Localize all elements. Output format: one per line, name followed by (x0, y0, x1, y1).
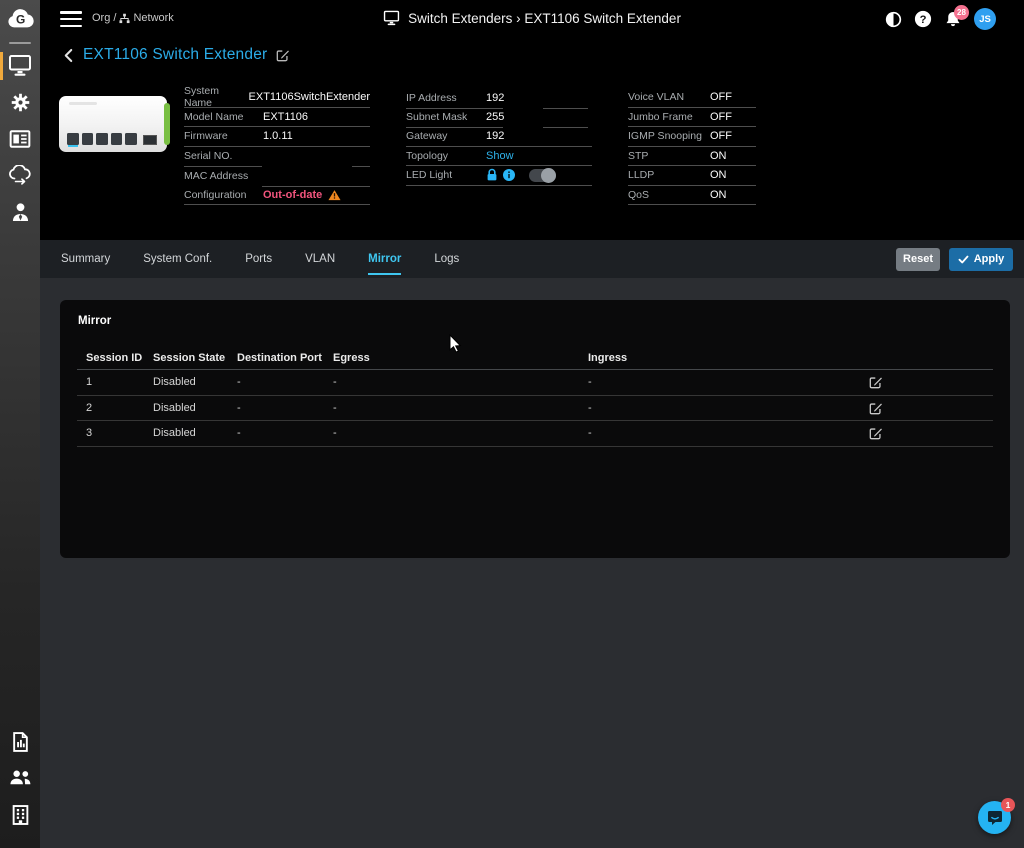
field-model-name: Model Name EXT1106 (184, 108, 370, 128)
top-bar: Org / Network Switch Extenders › EXT1106… (40, 0, 1024, 38)
sidebar-item-organization[interactable] (0, 804, 40, 826)
device-fields-col2: IP Address 192 Subnet Mask 255 Gateway 1… (406, 88, 592, 186)
tab-mirror[interactable]: Mirror (368, 240, 401, 278)
header-title-text: Switch Extenders › EXT1106 Switch Extend… (408, 11, 681, 26)
edit-session-icon[interactable] (869, 401, 883, 415)
panel-title: Mirror (78, 315, 111, 327)
field-lldp: LLDP ON (628, 166, 756, 186)
sidebar-divider (9, 42, 31, 44)
device-accent (164, 103, 170, 145)
tab-vlan[interactable]: VLAN (305, 240, 335, 278)
field-configuration: Configuration Out-of-date (184, 186, 370, 206)
team-icon (9, 768, 32, 786)
col-egress: Egress (333, 352, 588, 364)
field-topology: Topology Show (406, 147, 592, 167)
tab-ports[interactable]: Ports (245, 240, 272, 278)
topology-show-link[interactable]: Show (486, 150, 514, 162)
main-area: Org / Network Switch Extenders › EXT1106… (40, 0, 1024, 848)
lock-icon (486, 168, 498, 182)
sidebar-item-reports[interactable] (0, 731, 40, 753)
report-icon (11, 731, 30, 753)
cloud-sync-icon (8, 165, 32, 186)
svg-text:G: G (16, 12, 25, 26)
field-ip-address: IP Address 192 (406, 88, 592, 108)
field-subnet-mask: Subnet Mask 255 (406, 108, 592, 128)
person-icon (10, 201, 31, 222)
field-qos: QoS ON (628, 186, 756, 206)
organization-icon (11, 804, 30, 826)
sidebar-item-firmware[interactable] (0, 165, 40, 186)
bell-icon[interactable]: 28 (944, 10, 962, 29)
help-icon[interactable]: ? (914, 10, 932, 28)
configuration-status: Out-of-date (263, 189, 322, 201)
table-row: 3 Disabled - - - (77, 421, 993, 447)
device-fields-col1: System Name EXT1106SwitchExtender Model … (184, 88, 370, 205)
chat-launcher[interactable]: 1 (978, 801, 1011, 834)
device-fields-col3: Voice VLAN OFF Jumbo Frame OFF IGMP Snoo… (628, 88, 756, 205)
col-destination-port: Destination Port (237, 352, 333, 364)
col-session-state: Session State (153, 352, 237, 364)
gear-icon (10, 92, 31, 113)
sidebar-item-devices[interactable] (0, 54, 40, 77)
table-row: 2 Disabled - - - (77, 396, 993, 422)
tab-summary[interactable]: Summary (61, 240, 110, 278)
col-ingress: Ingress (588, 352, 869, 364)
field-serial-no: Serial NO. (184, 147, 370, 167)
field-firmware: Firmware 1.0.11 (184, 127, 370, 147)
edit-pencil-icon[interactable] (276, 48, 290, 62)
sidebar-item-team[interactable] (0, 768, 40, 786)
col-session-id: Session ID (86, 352, 153, 364)
field-voice-vlan: Voice VLAN OFF (628, 88, 756, 108)
field-igmp-snooping: IGMP Snooping OFF (628, 127, 756, 147)
sidebar-item-settings[interactable] (0, 92, 40, 113)
table-row: 1 Disabled - - - (77, 370, 993, 396)
page-title: EXT1106 Switch Extender (83, 46, 267, 64)
content-area: Mirror Session ID Session State Destinat… (40, 278, 1024, 848)
sidebar-item-admin[interactable] (0, 201, 40, 222)
sidebar: G (0, 0, 40, 848)
monitor-icon (383, 10, 400, 26)
tab-system-conf[interactable]: System Conf. (143, 240, 212, 278)
contrast-icon[interactable] (885, 11, 902, 28)
mirror-panel: Mirror Session ID Session State Destinat… (60, 300, 1010, 558)
edit-session-icon[interactable] (869, 426, 883, 440)
svg-text:?: ? (920, 14, 927, 26)
table-header-row: Session ID Session State Destination Por… (77, 346, 993, 370)
field-system-name: System Name EXT1106SwitchExtender (184, 88, 370, 108)
reset-button[interactable]: Reset (896, 248, 940, 271)
check-icon (958, 255, 969, 264)
edit-session-icon[interactable] (869, 375, 883, 389)
apply-button[interactable]: Apply (949, 248, 1013, 271)
avatar[interactable]: JS (974, 8, 996, 30)
sidebar-item-news[interactable] (0, 129, 40, 149)
header-title: Switch Extenders › EXT1106 Switch Extend… (40, 10, 1024, 26)
led-light-toggle[interactable] (529, 169, 556, 182)
field-mac-address: MAC Address (184, 166, 370, 186)
field-jumbo-frame: Jumbo Frame OFF (628, 108, 756, 128)
field-led-light: LED Light (406, 166, 592, 186)
warning-icon (328, 189, 341, 201)
news-icon (9, 129, 31, 149)
back-chevron-icon[interactable] (63, 48, 74, 63)
cloud-logo-icon[interactable]: G (0, 7, 40, 30)
header-section: Org / Network Switch Extenders › EXT1106… (40, 0, 1024, 240)
info-icon[interactable] (503, 169, 515, 181)
tab-bar: Summary System Conf. Ports VLAN Mirror L… (40, 240, 1024, 278)
monitor-icon (8, 54, 32, 77)
chat-badge: 1 (1001, 798, 1015, 812)
chat-icon (986, 809, 1004, 827)
mirror-table: Session ID Session State Destination Por… (77, 346, 993, 447)
field-gateway: Gateway 192 (406, 127, 592, 147)
field-stp: STP ON (628, 147, 756, 167)
device-image (59, 96, 167, 152)
notification-badge: 28 (954, 5, 969, 20)
tab-logs[interactable]: Logs (434, 240, 459, 278)
